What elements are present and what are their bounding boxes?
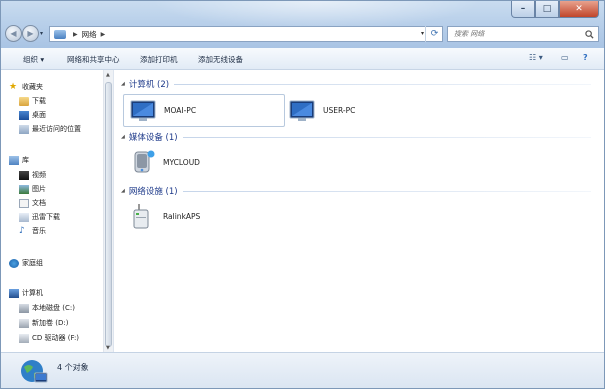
help-button[interactable]: ? xyxy=(583,53,588,62)
nav-homegroup[interactable]: 家庭组 xyxy=(9,258,43,268)
content-pane: ◢ 计算机 (2) MOAI-PC USER-PC ◢ 媒体设备 (1) MYC… xyxy=(115,70,604,352)
title-bar: – □ ✕ ◀ ▶ ▾ ▶ 网络 ▶ ▾ ⟳ xyxy=(1,1,604,48)
breadcrumb-network[interactable]: 网络 xyxy=(82,29,97,40)
search-input[interactable] xyxy=(454,30,579,38)
video-icon xyxy=(19,170,29,180)
collapse-triangle-icon[interactable]: ◢ xyxy=(121,188,125,194)
network-sharing-center-button[interactable]: 网络和共享中心 xyxy=(67,54,120,65)
preview-pane-icon: ▭ xyxy=(561,53,569,62)
media-device-icon xyxy=(134,150,155,173)
network-globe-icon xyxy=(21,360,48,383)
recent-places-icon xyxy=(19,124,29,134)
maximize-icon: □ xyxy=(542,4,552,14)
star-icon: ★ xyxy=(9,81,18,92)
nav-pictures[interactable]: 图片 xyxy=(19,184,46,194)
computer-item-moai-pc[interactable]: MOAI-PC xyxy=(123,94,285,127)
search-icon[interactable] xyxy=(585,30,594,39)
arrow-left-icon: ◀ xyxy=(10,29,17,38)
close-button[interactable]: ✕ xyxy=(559,1,599,18)
arrow-right-icon: ▶ xyxy=(27,29,34,38)
organize-button[interactable]: 组织 ▾ xyxy=(23,54,44,65)
minimize-button[interactable]: – xyxy=(511,1,535,18)
pictures-icon xyxy=(19,184,29,194)
maximize-button[interactable]: □ xyxy=(535,1,559,18)
minimize-icon: – xyxy=(520,4,526,14)
back-button[interactable]: ◀ xyxy=(5,25,22,42)
object-count: 4 个对象 xyxy=(57,363,89,372)
nav-music[interactable]: ♪ 音乐 xyxy=(19,226,46,236)
preview-pane-button[interactable]: ▭ xyxy=(561,53,569,62)
network-icon xyxy=(54,29,66,39)
nav-documents[interactable]: 文档 xyxy=(19,198,46,208)
nav-downloads[interactable]: 下载 xyxy=(19,96,46,106)
nav-thunder-downloads[interactable]: 迅雷下载 xyxy=(19,212,60,222)
computer-icon xyxy=(9,288,19,298)
help-icon: ? xyxy=(583,53,588,62)
group-header-media-devices[interactable]: ◢ 媒体设备 (1) xyxy=(121,131,591,143)
nav-favorites[interactable]: ★ 收藏夹 xyxy=(9,82,43,92)
nav-libraries[interactable]: 库 xyxy=(9,155,29,165)
network-item-ralinkaps[interactable]: RalinkAPS xyxy=(129,201,249,231)
status-bar: 4 个对象 xyxy=(1,352,604,388)
downloads-folder-icon xyxy=(19,96,29,106)
address-history-dropdown[interactable]: ▾ xyxy=(421,30,424,37)
explorer-window: – □ ✕ ◀ ▶ ▾ ▶ 网络 ▶ ▾ ⟳ 搜索 网络 组织 ▾ 网络和共享中… xyxy=(0,0,605,389)
group-header-network-infrastructure[interactable]: ◢ 网络设施 (1) xyxy=(121,185,591,197)
documents-icon xyxy=(19,198,29,208)
navigation-scrollbar[interactable]: ▲ ▼ xyxy=(103,70,113,352)
computer-item-user-pc[interactable]: USER-PC xyxy=(289,94,409,127)
collapse-triangle-icon[interactable]: ◢ xyxy=(121,134,125,140)
refresh-icon: ⟳ xyxy=(430,29,439,39)
command-bar: 组织 ▾ 网络和共享中心 添加打印机 添加无线设备 ☷ ▾ ▭ ? xyxy=(1,48,604,70)
change-view-button[interactable]: ☷ ▾ xyxy=(529,53,543,62)
view-options-icon: ☷ ▾ xyxy=(529,53,543,62)
address-bar[interactable]: ▶ 网络 ▶ ▾ xyxy=(49,26,443,42)
media-item-mycloud[interactable]: MYCLOUD xyxy=(129,147,249,177)
group-header-computers[interactable]: ◢ 计算机 (2) xyxy=(121,78,591,90)
nav-computer[interactable]: 计算机 xyxy=(9,288,43,298)
nav-drive-f[interactable]: CD 驱动器 (F:) xyxy=(19,333,79,343)
hard-drive-icon xyxy=(19,303,29,313)
chevron-right-icon[interactable]: ▶ xyxy=(101,31,106,38)
scroll-thumb[interactable] xyxy=(105,82,112,347)
refresh-button[interactable]: ⟳ xyxy=(425,26,443,42)
chevron-right-icon[interactable]: ▶ xyxy=(73,31,78,38)
add-wireless-device-button[interactable]: 添加无线设备 xyxy=(198,54,243,65)
hard-drive-icon xyxy=(19,318,29,328)
window-controls: – □ ✕ xyxy=(511,1,599,18)
add-printer-button[interactable]: 添加打印机 xyxy=(140,54,178,65)
navigation-pane: ★ 收藏夹 下载 桌面 最近访问的位置 库 视频 图片 文档 迅雷下载 ♪ 音乐… xyxy=(1,70,114,352)
router-icon xyxy=(133,204,149,229)
cd-drive-icon xyxy=(19,333,29,343)
homegroup-icon xyxy=(9,258,19,268)
nav-desktop[interactable]: 桌面 xyxy=(19,110,46,120)
computer-monitor-icon xyxy=(130,100,156,121)
recent-pages-dropdown[interactable]: ▾ xyxy=(40,30,43,37)
nav-drive-d[interactable]: 新加卷 (D:) xyxy=(19,318,68,328)
folder-icon xyxy=(19,212,29,222)
search-box[interactable] xyxy=(447,26,599,42)
library-icon xyxy=(9,155,19,165)
nav-drive-c[interactable]: 本地磁盘 (C:) xyxy=(19,303,75,313)
collapse-triangle-icon[interactable]: ◢ xyxy=(121,81,125,87)
nav-videos[interactable]: 视频 xyxy=(19,170,46,180)
scroll-down-icon[interactable]: ▼ xyxy=(106,345,110,351)
forward-button[interactable]: ▶ xyxy=(22,25,39,42)
computer-monitor-icon xyxy=(289,100,315,121)
scroll-up-icon[interactable]: ▲ xyxy=(106,72,110,78)
music-icon: ♪ xyxy=(19,225,25,236)
desktop-icon xyxy=(19,110,29,120)
close-icon: ✕ xyxy=(575,4,583,14)
nav-recent-places[interactable]: 最近访问的位置 xyxy=(19,124,81,134)
